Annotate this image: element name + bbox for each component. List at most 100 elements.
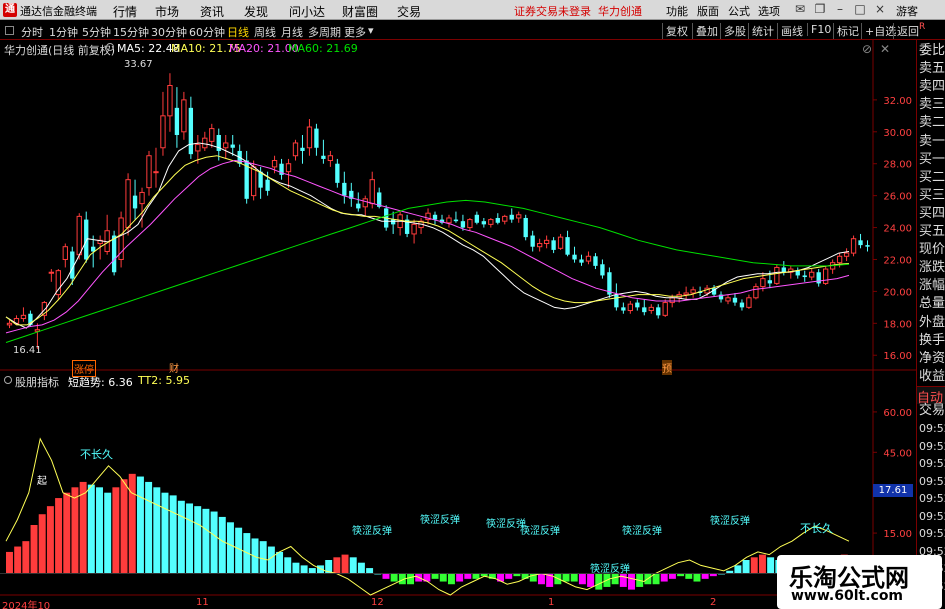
indicator-bar (63, 492, 71, 574)
short-trend-value: 短趋势: 6.36 (68, 376, 133, 389)
indicator-bar (46, 506, 54, 574)
moving-average-layer (5, 142, 850, 343)
settings-icon[interactable] (106, 43, 114, 51)
chart-close-icon[interactable]: ⊘ (862, 42, 872, 56)
y-tick-label: 24.00 (883, 224, 912, 235)
candle-body-up (62, 246, 68, 260)
candle-body-up (536, 243, 543, 248)
candle-body-up (753, 286, 759, 299)
ma-line-ma10 (5, 155, 850, 326)
indicator-bar (177, 500, 185, 574)
ind-y-tick-label: 15.00 (883, 529, 912, 540)
candle-body-down (390, 219, 396, 225)
quote-field-label: 委比 (919, 43, 945, 58)
indicator-bar (431, 573, 439, 579)
x-label-jan: 1 (548, 597, 555, 608)
indicator-bar (104, 492, 112, 574)
indicator-rise-label: 起 (37, 476, 47, 487)
quote-field-label: 涨跌 (919, 260, 945, 276)
indicator-bar (578, 573, 586, 585)
candle-body-down (656, 307, 661, 316)
indicator-bar (587, 573, 595, 587)
indicator-bar (186, 503, 194, 574)
candle-body-up (543, 239, 550, 245)
candle-body-down (342, 182, 347, 196)
quote-field-label: 净资 (919, 350, 945, 366)
indicator-bar (300, 565, 308, 574)
indicator-title: 股朋指标 (15, 376, 59, 389)
indicator-bar (292, 562, 300, 574)
candle-body-up (627, 303, 633, 312)
candle-body-down (321, 155, 326, 159)
candle-body-down (460, 221, 466, 228)
indicator-bar (87, 484, 95, 574)
trade-time: 09:52 (919, 492, 945, 505)
indicator-bar (562, 573, 570, 582)
candle-body-up (690, 289, 696, 294)
finance-marker[interactable]: 财 (169, 360, 179, 375)
candle-body-up (669, 297, 675, 304)
candle-body-down (84, 219, 89, 260)
rebound-label-2: 筷涩反弹 (420, 515, 460, 526)
candle-body-up (774, 266, 780, 284)
indicator-bar (750, 557, 758, 574)
indicator-bar (333, 557, 341, 574)
indicator-bar (259, 541, 267, 574)
y-tick-label: 30.00 (883, 128, 912, 139)
y-tick-label: 18.00 (883, 319, 912, 330)
chart-close-icon-2[interactable]: ✕ (880, 42, 890, 56)
candle-body-up (585, 255, 592, 262)
indicator-bar (456, 573, 464, 582)
ma-line-ma20 (5, 159, 850, 334)
rebound-label-1: 筷涩反弹 (352, 526, 392, 537)
trade-time: 09:52 (919, 527, 945, 540)
candle-body-up (285, 163, 292, 173)
indicator-settings-icon[interactable] (4, 376, 12, 384)
candle-body-down (551, 240, 556, 250)
candle-body-down (453, 219, 459, 222)
candle-body-up (202, 137, 208, 149)
candle-body-down (858, 240, 863, 246)
candle-body-down (579, 259, 584, 263)
candle-body-down (111, 235, 117, 273)
candle-body-down (816, 272, 821, 284)
candle-body-down (767, 280, 773, 284)
forecast-marker[interactable]: 预 (662, 360, 672, 375)
ma60-label: MA60: 21.69 (288, 42, 358, 55)
candle-body-up (76, 215, 82, 256)
indicator-bar (758, 554, 766, 574)
candle-body-down (523, 217, 528, 238)
watermark-url: www.60lt.com (791, 588, 904, 604)
candle-body-down (572, 254, 577, 260)
chart-area[interactable]: 32.00 30.00 28.00 26.00 24.00 22.00 20.00 18.00… (0, 0, 945, 609)
indicator-bar (136, 476, 144, 574)
indicator-bar (169, 495, 177, 574)
indicator-bar (284, 557, 292, 574)
indicator-bar (366, 568, 374, 574)
candle-body-up (648, 306, 654, 312)
candle-body-up (250, 166, 257, 197)
indicator-bar (619, 573, 627, 587)
y-tick-label: 28.00 (883, 160, 912, 171)
candle-body-up (195, 144, 201, 152)
trade-time: 09:52 (919, 509, 945, 523)
quote-field-label: 买三 (919, 187, 945, 203)
quote-field-label: 外盘 (919, 314, 945, 330)
candle-body-down (781, 267, 786, 273)
candle-body-down (188, 107, 194, 155)
candle-body-up (167, 85, 173, 117)
candle-body-up (488, 219, 494, 225)
candle-body-up (369, 179, 375, 205)
candle-body-up (446, 217, 452, 224)
quote-field-label: 涨幅 (919, 278, 945, 294)
trade-time: 09:52 (919, 439, 945, 453)
candle-body-up (181, 99, 187, 133)
indicator-bar (595, 573, 603, 590)
candle-body-up (411, 223, 417, 235)
indicator-bar (251, 538, 259, 574)
candle-body-up (760, 278, 766, 288)
indicator-bar (96, 487, 103, 574)
rebound-label-6: 筷涩反弹 (622, 526, 662, 537)
indicator-bar (685, 573, 693, 579)
indicator-bar (447, 573, 455, 585)
